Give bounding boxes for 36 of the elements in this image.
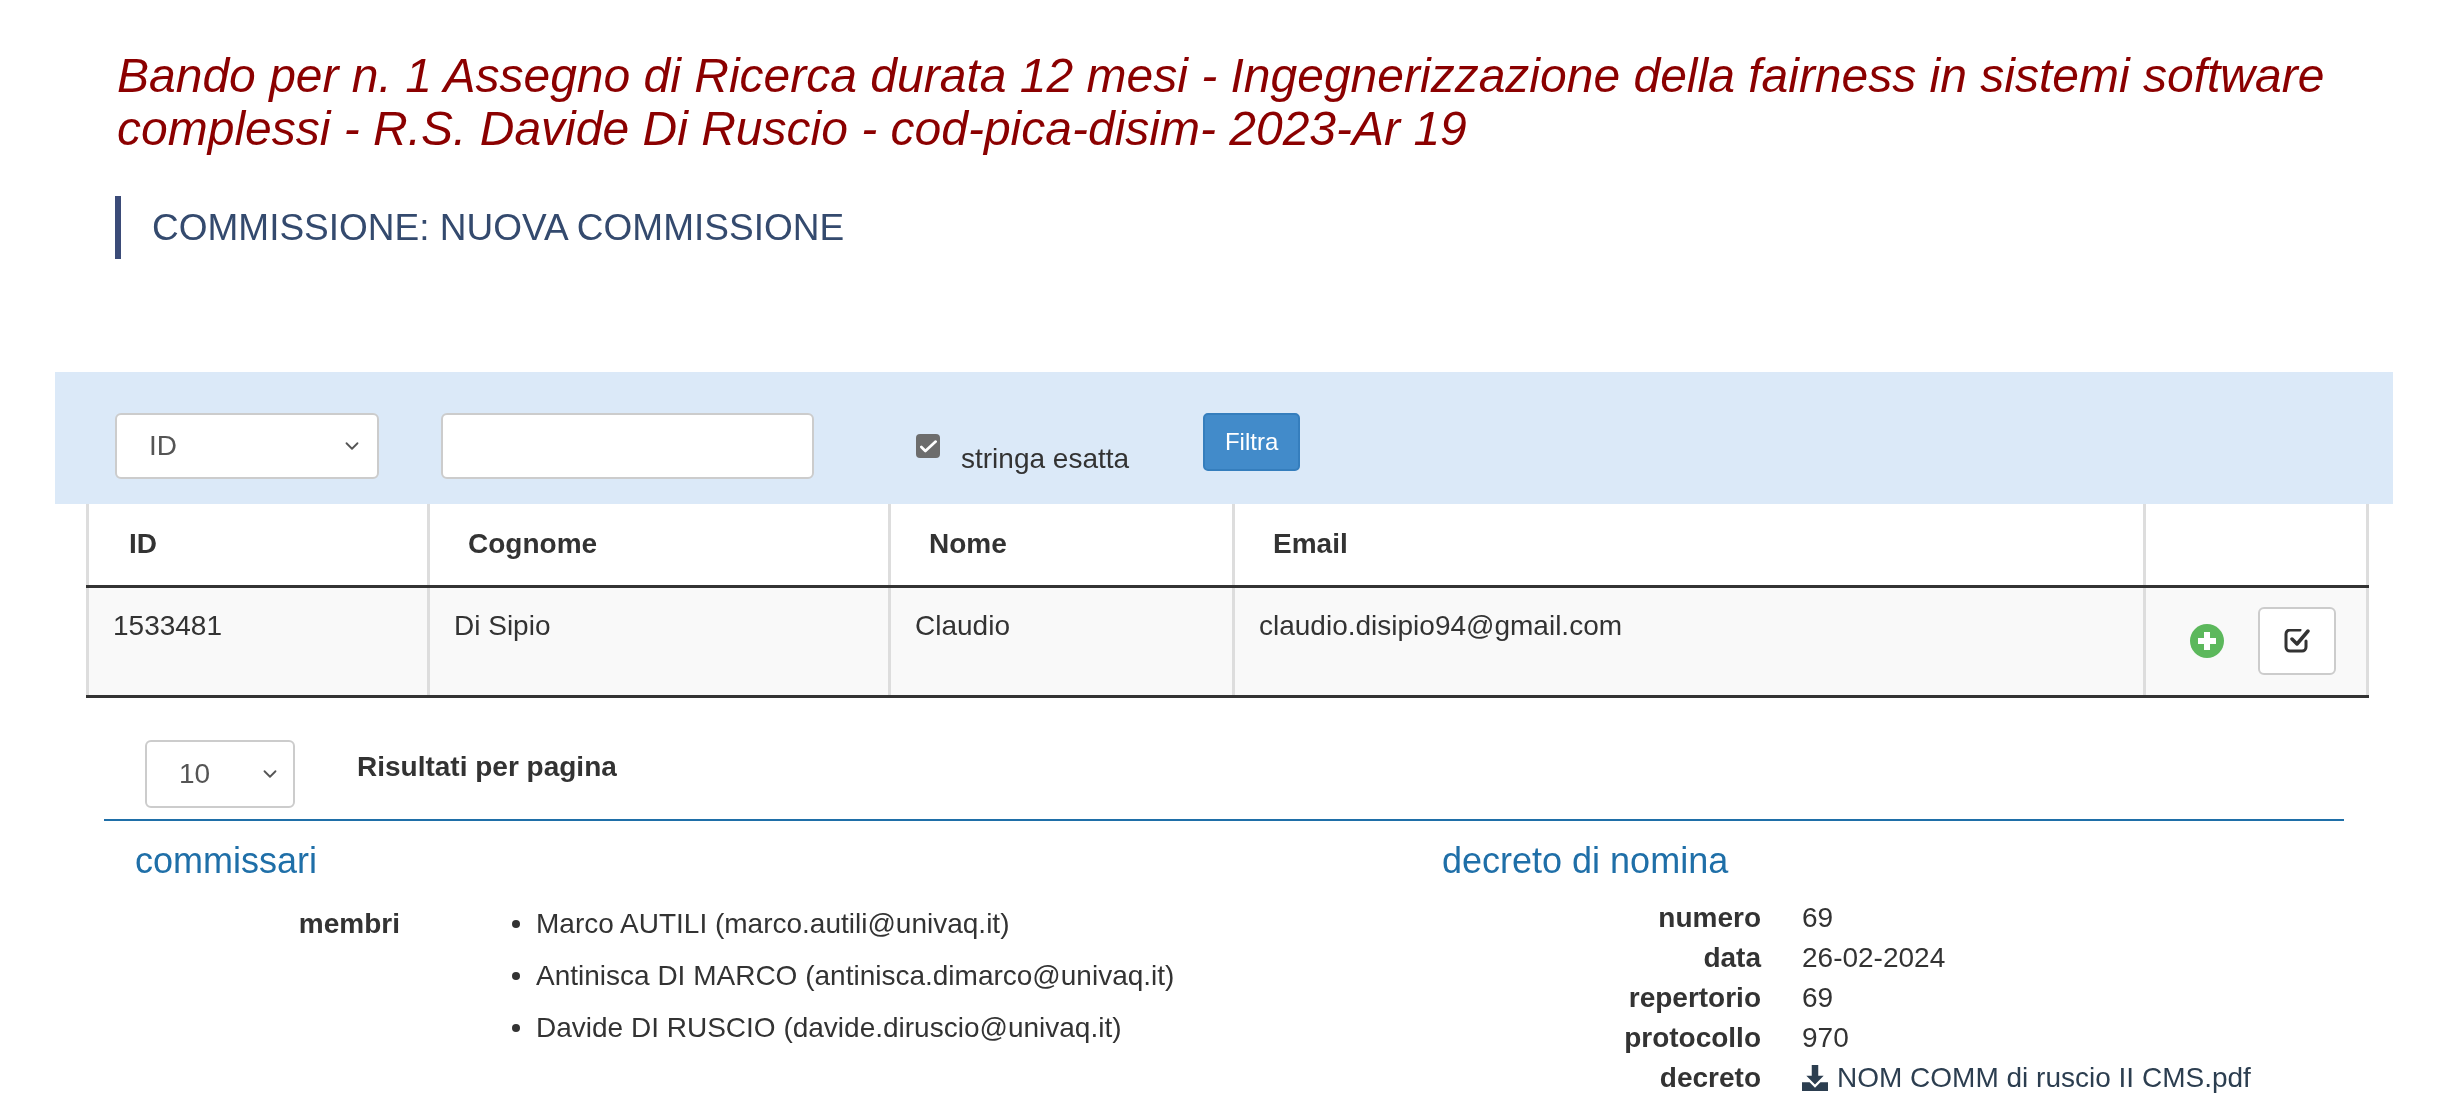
checkbox-label: stringa esatta xyxy=(961,443,1130,475)
field-label: decreto xyxy=(1658,1060,1761,1095)
field-select[interactable]: ID xyxy=(115,413,379,479)
bullet-icon xyxy=(512,919,520,928)
table-cell: 1533481 xyxy=(87,586,429,696)
page-title: Bando per n. 1 Assegno di Ricerca durata 12 mesi - Ingegnerizzazione della fairness in sistemi software complessi - R.S. Davide Di Ruscio - cod-pica-disim- 2023-Ar 19 xyxy=(117,49,2326,155)
member-entry: Davide DI RUSCIO (davide.diruscio@univaq.it) xyxy=(536,1010,1122,1045)
section-heading: COMMISSIONE: NUOVA COMMISSIONE xyxy=(152,205,845,250)
table-cell: claudio.disipio94@gmail.com xyxy=(1233,586,2145,696)
section-title: decreto di nomina xyxy=(1442,838,1730,883)
file-link[interactable]: NOM COMM di ruscio II CMS.pdf xyxy=(1802,1056,2251,1099)
field-label: numero xyxy=(1657,900,1761,935)
table-cell: Claudio xyxy=(889,586,1234,696)
field-value: 970 xyxy=(1802,1020,1849,1055)
member-entry: Marco AUTILI (marco.autili@univaq.it) xyxy=(536,906,1010,941)
section-title: commissari xyxy=(135,838,318,883)
member-entry: Antinisca DI MARCO (antinisca.dimarco@univaq.it) xyxy=(536,958,1175,993)
check-square-icon xyxy=(2284,629,2310,653)
checkbox[interactable] xyxy=(916,434,940,458)
field-label: repertorio xyxy=(1627,980,1761,1015)
filter-button[interactable]: Filtra xyxy=(1203,413,1301,471)
field-label: membri xyxy=(297,906,400,941)
page-size-label: Risultati per pagina xyxy=(357,750,617,783)
field-value: 69 xyxy=(1802,980,1834,1015)
field-value: 26-02-2024 xyxy=(1802,940,1946,975)
field-label: protocollo xyxy=(1623,1020,1761,1055)
select-button[interactable] xyxy=(2258,607,2336,675)
download-icon xyxy=(1802,1064,1828,1091)
bullet-icon xyxy=(512,1023,520,1032)
table-cell: Di Sipio xyxy=(428,586,890,696)
bullet-icon xyxy=(512,971,520,980)
field-label: data xyxy=(1702,940,1761,975)
search-field[interactable] xyxy=(441,413,814,479)
field-value: 69 xyxy=(1802,900,1834,935)
page-size-select[interactable]: 10 xyxy=(145,739,295,808)
check-icon xyxy=(919,439,937,453)
